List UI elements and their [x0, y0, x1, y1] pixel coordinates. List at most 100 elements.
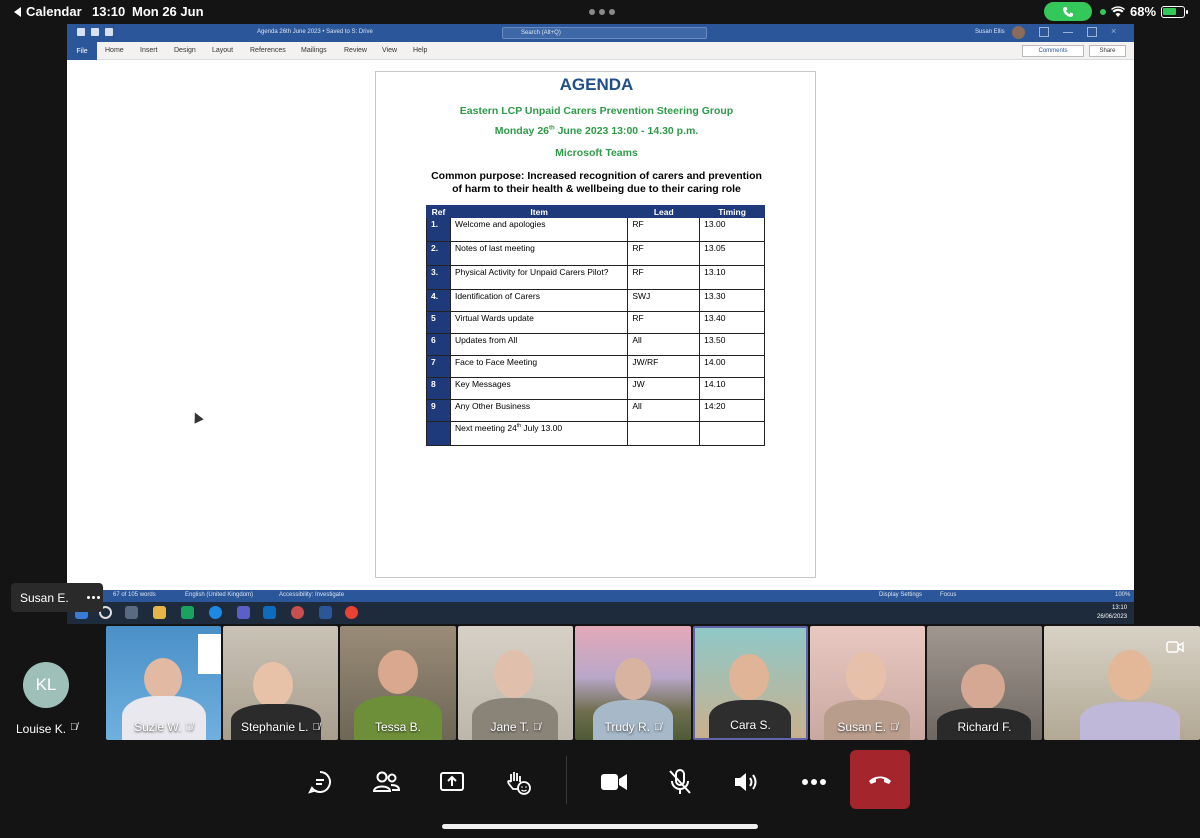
- word-count[interactable]: 67 of 105 words: [113, 592, 156, 598]
- mic-off-icon: 🎙̸: [312, 721, 320, 733]
- skype-icon[interactable]: [181, 606, 194, 619]
- agenda-cell-item: Face to Face Meeting: [449, 355, 629, 378]
- leave-call-button[interactable]: [850, 750, 910, 809]
- menu-review[interactable]: Review: [344, 47, 367, 54]
- switch-camera-icon[interactable]: [1166, 640, 1184, 654]
- zoom-level[interactable]: 100%: [1115, 592, 1130, 598]
- user-avatar[interactable]: [1012, 26, 1025, 39]
- mic-off-icon: [669, 769, 691, 794]
- participant-tile-richard[interactable]: Richard F.: [927, 626, 1042, 740]
- speaker-icon: [735, 773, 757, 791]
- presenter-tag[interactable]: Susan E.: [11, 583, 103, 612]
- menu-insert[interactable]: Insert: [140, 47, 158, 54]
- agenda-cell-lead: [627, 421, 701, 446]
- language[interactable]: English (United Kingdom): [185, 592, 253, 598]
- word-title-bar: Agenda 26th June 2023 • Saved to S: Driv…: [67, 24, 1134, 42]
- battery-icon: [1161, 5, 1189, 18]
- speaker-button[interactable]: [728, 764, 764, 800]
- agenda-cell-timing: 13.00: [699, 217, 765, 242]
- edge-icon[interactable]: [209, 606, 222, 619]
- minimize-icon[interactable]: [1063, 27, 1073, 33]
- menu-view[interactable]: View: [382, 47, 397, 54]
- close-icon[interactable]: ×: [1111, 27, 1121, 37]
- comments-button[interactable]: Comments: [1022, 45, 1084, 57]
- task-view-icon[interactable]: [125, 606, 138, 619]
- chrome-icon[interactable]: [345, 606, 358, 619]
- active-call-pill[interactable]: [1044, 2, 1092, 21]
- camera-button[interactable]: [596, 764, 632, 800]
- agenda-cell-timing: 14.10: [699, 377, 765, 400]
- participant-tile-trudy[interactable]: Trudy R. 🎙̸: [575, 626, 691, 740]
- undo-icon[interactable]: [105, 28, 113, 36]
- participant-tile-jane[interactable]: Jane T. 🎙̸: [458, 626, 573, 740]
- more-actions-button[interactable]: [796, 764, 832, 800]
- menu-mailings[interactable]: Mailings: [301, 47, 327, 54]
- agenda-cell-timing: 13.40: [699, 311, 765, 334]
- mic-off-icon: 🎙̸: [185, 721, 193, 733]
- agenda-cell-timing: 13.10: [699, 265, 765, 290]
- windows-taskbar: 13:10 26/06/2023: [67, 602, 1134, 624]
- phone-icon: [1063, 6, 1073, 17]
- mic-off-icon: 🎙̸: [654, 721, 662, 733]
- focus-mode[interactable]: Focus: [940, 592, 956, 598]
- mute-button[interactable]: [662, 764, 698, 800]
- participant-tile-stephanie[interactable]: Stephanie L. 🎙̸: [223, 626, 338, 740]
- agenda-cell-lead: SWJ: [627, 289, 701, 312]
- word-search-box[interactable]: Search (Alt+Q): [502, 27, 707, 39]
- reactions-button[interactable]: [500, 764, 536, 800]
- participant-name: Richard F.: [957, 720, 1012, 734]
- participant-tile-suzie[interactable]: Suzie W. 🎙̸: [106, 626, 221, 740]
- autosave-icon[interactable]: [91, 28, 99, 36]
- multitasking-dots[interactable]: [589, 9, 615, 15]
- participants-button[interactable]: [368, 764, 404, 800]
- agenda-cell-lead: RF: [627, 241, 701, 266]
- menu-help[interactable]: Help: [413, 47, 427, 54]
- agenda-cell-item: Notes of last meeting: [449, 241, 629, 266]
- group-name: Eastern LCP Unpaid Carers Prevention Ste…: [459, 105, 734, 117]
- meeting-date: Monday 26th June 2023 13:00 - 14.30 p.m.: [494, 125, 699, 137]
- mic-off-icon: 🎙̸: [532, 721, 541, 733]
- agenda-cell-ref: [426, 421, 451, 446]
- display-settings[interactable]: Display Settings: [879, 592, 922, 598]
- menu-layout[interactable]: Layout: [212, 47, 233, 54]
- word-ribbon-tabs: File Home Insert Design Layout Reference…: [67, 42, 1134, 60]
- common-purpose: Common purpose: Increased recognition of…: [431, 170, 762, 195]
- accessibility-status[interactable]: Accessibility: Investigate: [279, 592, 344, 598]
- participant-tile-cara-active-speaker[interactable]: Cara S.: [693, 626, 808, 740]
- menu-design[interactable]: Design: [174, 47, 196, 54]
- taskbar-clock: 13:10 26/06/2023: [1097, 605, 1128, 620]
- ribbon-display-icon[interactable]: [1039, 27, 1049, 37]
- agenda-cell-lead: RF: [627, 311, 701, 334]
- chat-button[interactable]: [302, 764, 338, 800]
- app-icon[interactable]: [291, 606, 304, 619]
- home-indicator[interactable]: [442, 824, 758, 829]
- participant-name: Tessa B.: [374, 720, 422, 734]
- people-icon: [372, 771, 400, 792]
- battery-percent: 68%: [1130, 4, 1157, 19]
- word-icon[interactable]: [319, 606, 332, 619]
- menu-home[interactable]: Home: [105, 47, 124, 54]
- participant-tile-louise[interactable]: KL Louise K. 🎙̸: [0, 626, 104, 740]
- participant-tile-tessa[interactable]: Tessa B.: [340, 626, 456, 740]
- share-screen-button[interactable]: [434, 764, 470, 800]
- menu-references[interactable]: References: [250, 47, 286, 54]
- avatar: KL: [23, 662, 69, 708]
- participant-tile-susan[interactable]: Susan E. 🎙̸: [810, 626, 925, 740]
- outlook-icon[interactable]: [263, 606, 276, 619]
- chat-icon: [308, 771, 331, 794]
- menu-file[interactable]: File: [67, 42, 97, 60]
- self-view-tile[interactable]: [1044, 626, 1200, 740]
- agenda-cell-lead: RF: [627, 265, 701, 290]
- share-button[interactable]: Share: [1089, 45, 1126, 57]
- agenda-cell-ref: 2.: [426, 241, 451, 266]
- back-to-calendar[interactable]: Calendar: [14, 4, 82, 19]
- maximize-icon[interactable]: [1087, 27, 1097, 37]
- file-explorer-icon[interactable]: [153, 606, 166, 619]
- agenda-cell-ref: 3.: [426, 265, 451, 290]
- teams-icon[interactable]: [237, 606, 250, 619]
- wifi-icon: [1111, 6, 1125, 17]
- save-icon[interactable]: [77, 28, 85, 36]
- more-options-icon[interactable]: [86, 596, 100, 599]
- agenda-cell-ref: 7: [426, 355, 451, 378]
- agenda-cell-item: Physical Activity for Unpaid Carers Pilo…: [449, 265, 629, 290]
